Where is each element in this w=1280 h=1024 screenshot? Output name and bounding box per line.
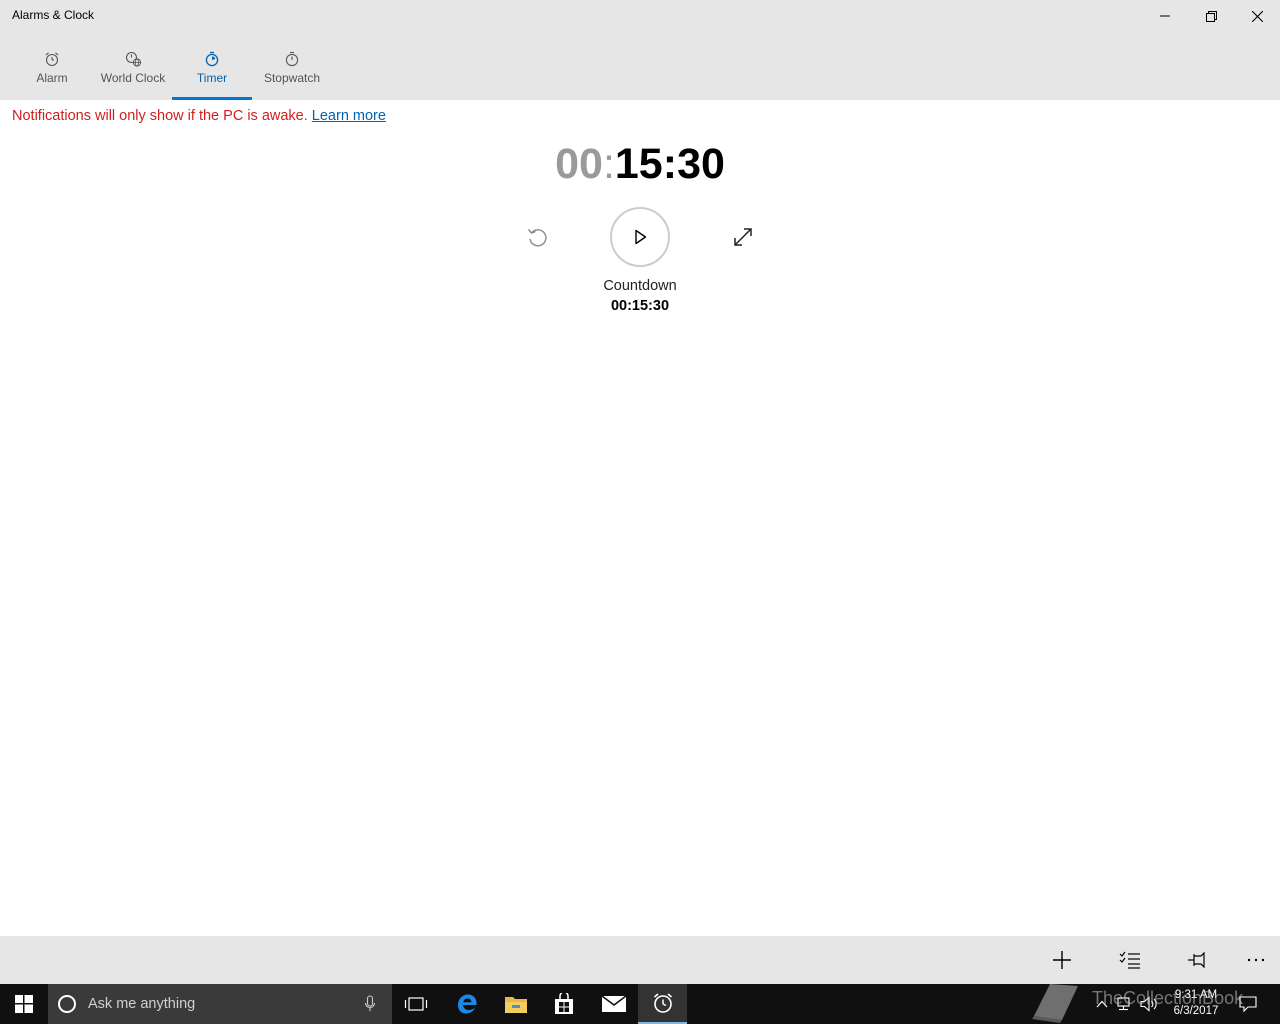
timer-hours: 00 [555, 140, 603, 188]
cortana-icon [58, 995, 76, 1013]
microphone-icon[interactable] [364, 995, 376, 1013]
stopwatch-icon [283, 50, 301, 68]
edge-browser-icon [458, 994, 477, 1014]
mail-icon [601, 995, 627, 1012]
tab-indicator [96, 97, 170, 100]
pin-to-start-button[interactable] [1174, 936, 1222, 984]
alarms-clock-app-icon [653, 993, 672, 1013]
task-view-button[interactable] [392, 984, 440, 1024]
add-timer-button[interactable] [1038, 936, 1086, 984]
timer-name: Countdown [603, 278, 677, 294]
reset-icon [527, 229, 547, 247]
app-title: Alarms & Clock [12, 8, 95, 22]
notification-warning: Notifications will only show if the PC i… [12, 108, 386, 124]
expand-icon [734, 228, 752, 246]
expand-button[interactable] [728, 222, 758, 252]
close-icon [1251, 10, 1263, 22]
taskbar: Ask me anything 9:31 AM 6/3/2017 [0, 984, 1280, 1024]
windows-logo-icon [15, 995, 33, 1013]
tab-label-timer: Timer [196, 71, 228, 85]
tab-label-alarm: Alarm [36, 71, 68, 85]
book-watermark-icon [1032, 984, 1078, 1023]
timer-minutes: 15 [614, 140, 663, 188]
pin-icon [1188, 952, 1205, 968]
learn-more-link[interactable]: Learn more [312, 108, 386, 124]
tab-indicator [258, 97, 326, 100]
tab-stopwatch[interactable]: Stopwatch [258, 32, 326, 100]
alarm-clock-icon [43, 50, 61, 68]
reset-button[interactable] [522, 222, 552, 252]
store-icon [555, 993, 573, 1014]
cortana-search-box[interactable]: Ask me anything [48, 984, 392, 1024]
timer-separator: : [602, 140, 615, 188]
timer-duration: 00:15:30 [610, 298, 670, 314]
taskbar-mail[interactable] [590, 984, 638, 1024]
select-button[interactable] [1106, 936, 1154, 984]
title-bar: Alarms & Clock [0, 0, 1280, 32]
close-button[interactable] [1234, 0, 1280, 32]
restore-icon [1205, 10, 1217, 22]
command-bar [0, 936, 1280, 984]
more-options-button[interactable] [1232, 936, 1280, 984]
taskbar-file-explorer[interactable] [492, 984, 540, 1024]
tab-timer[interactable]: Timer [172, 32, 252, 100]
tab-label-stopwatch: Stopwatch [263, 71, 321, 85]
taskbar-alarms-clock[interactable] [638, 984, 687, 1024]
select-list-icon [1119, 951, 1140, 969]
restore-button[interactable] [1188, 0, 1234, 32]
more-icon [1247, 958, 1265, 962]
notification-text: Notifications will only show if the PC i… [12, 108, 308, 124]
minimize-icon [1160, 15, 1170, 17]
tab-label-world-clock: World Clock [100, 71, 166, 85]
timer-icon [203, 50, 221, 68]
timer-seconds: 30 [677, 140, 725, 188]
tab-alarm[interactable]: Alarm [28, 32, 76, 100]
search-placeholder: Ask me anything [88, 996, 196, 1012]
taskbar-store[interactable] [540, 984, 588, 1024]
folder-icon [505, 997, 527, 1013]
play-icon [635, 229, 647, 245]
task-view-icon [404, 997, 428, 1011]
minimize-button[interactable] [1142, 0, 1188, 32]
add-icon [1053, 951, 1071, 969]
tab-world-clock[interactable]: World Clock [96, 32, 170, 100]
timer-separator: : [662, 140, 678, 188]
tab-indicator [172, 97, 252, 100]
tab-indicator [28, 97, 76, 100]
taskbar-edge[interactable] [442, 984, 492, 1024]
timer-display: 00:15:30 [0, 140, 1280, 189]
watermark-text: TheCollectionBook [1092, 988, 1244, 1008]
tab-bar: Alarm World Clock Timer Stopwatch [0, 32, 1280, 100]
start-button[interactable] [0, 984, 48, 1024]
world-clock-icon [124, 50, 142, 68]
start-button[interactable] [610, 207, 670, 267]
